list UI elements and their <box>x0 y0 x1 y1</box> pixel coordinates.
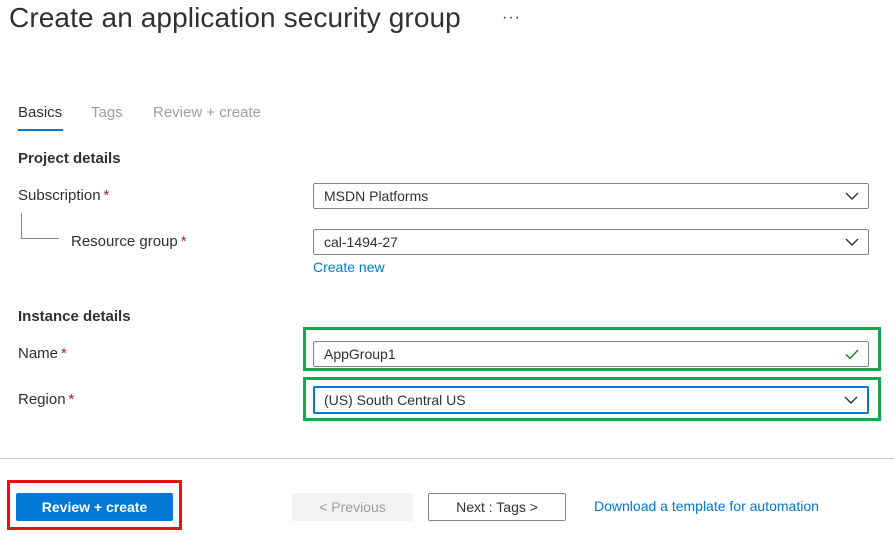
tree-connector-horizontal <box>21 238 59 239</box>
subscription-value: MSDN Platforms <box>324 188 429 204</box>
subscription-dropdown[interactable]: MSDN Platforms <box>313 183 869 209</box>
name-value: AppGroup1 <box>324 346 396 362</box>
region-dropdown[interactable]: (US) South Central US <box>313 386 869 414</box>
checkmark-icon <box>845 349 859 360</box>
chevron-down-icon <box>845 192 859 200</box>
footer-divider <box>0 458 894 459</box>
name-label: Name * <box>18 345 67 362</box>
project-details-heading: Project details <box>18 150 121 167</box>
more-icon[interactable]: ··· <box>502 9 521 27</box>
instance-details-heading: Instance details <box>18 308 131 325</box>
region-value: (US) South Central US <box>324 392 466 408</box>
tab-basics[interactable]: Basics <box>18 104 62 121</box>
next-tags-button[interactable]: Next : Tags > <box>428 493 566 521</box>
previous-button[interactable]: < Previous <box>292 493 413 521</box>
resource-group-label: Resource group * <box>71 233 187 250</box>
chevron-down-icon <box>845 238 859 246</box>
review-create-button[interactable]: Review + create <box>16 493 173 521</box>
subscription-label: Subscription * <box>18 187 110 204</box>
resource-group-dropdown[interactable]: cal-1494-27 <box>313 229 869 255</box>
name-input[interactable]: AppGroup1 <box>313 341 869 367</box>
resource-group-value: cal-1494-27 <box>324 234 398 250</box>
tab-tags[interactable]: Tags <box>91 104 123 121</box>
tab-review-create[interactable]: Review + create <box>153 104 261 121</box>
create-new-link[interactable]: Create new <box>313 259 385 275</box>
chevron-down-icon <box>844 396 858 404</box>
tab-active-indicator <box>18 129 63 131</box>
download-template-link[interactable]: Download a template for automation <box>594 498 819 514</box>
region-label: Region * <box>18 391 75 408</box>
page-title: Create an application security group <box>9 2 461 33</box>
tree-connector-vertical <box>21 213 22 239</box>
